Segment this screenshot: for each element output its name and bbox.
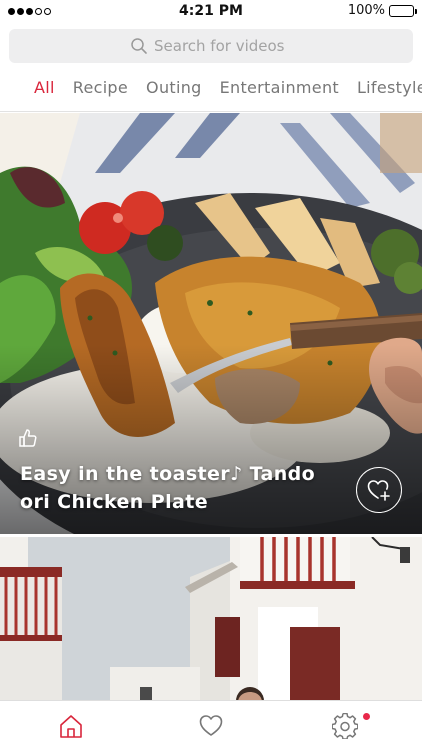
battery-icon <box>389 4 417 17</box>
featured-video-title: Easy in the toaster♪ Tando ori Chicken P… <box>20 460 330 516</box>
battery-status: 100% <box>347 3 417 18</box>
featured-title-line-2: ori Chicken Plate <box>20 491 208 513</box>
featured-title-line-1: Easy in the toaster♪ Tando <box>20 463 316 485</box>
heart-icon <box>199 715 223 736</box>
status-bar: 4:21 PM 100% <box>0 0 422 24</box>
bottom-navigation <box>0 700 422 750</box>
tab-lifestyle[interactable]: Lifestyle <box>348 70 422 111</box>
nav-home[interactable] <box>58 713 84 739</box>
category-tabs: All Recipe Outing Entertainment Lifestyl… <box>0 70 422 112</box>
thumbs-up-icon <box>19 429 37 447</box>
heart-plus-icon <box>367 480 390 501</box>
nav-settings[interactable] <box>331 712 359 740</box>
tab-recipe[interactable]: Recipe <box>64 70 137 111</box>
tab-all[interactable]: All <box>25 70 64 111</box>
search-bar[interactable] <box>9 29 413 63</box>
battery-percent: 100% <box>347 3 385 18</box>
video-card[interactable] <box>0 537 422 701</box>
search-input[interactable] <box>154 37 292 55</box>
notification-badge <box>363 713 370 720</box>
featured-video-card[interactable]: Easy in the toaster♪ Tando ori Chicken P… <box>0 113 422 534</box>
tab-entertainment[interactable]: Entertainment <box>211 70 348 111</box>
nav-favorites[interactable] <box>198 713 224 739</box>
search-icon <box>131 38 147 54</box>
tab-outing[interactable]: Outing <box>137 70 211 111</box>
home-icon <box>60 715 82 738</box>
add-favorite-button[interactable] <box>356 467 402 513</box>
gear-icon <box>331 712 359 740</box>
street-photo <box>0 537 422 701</box>
